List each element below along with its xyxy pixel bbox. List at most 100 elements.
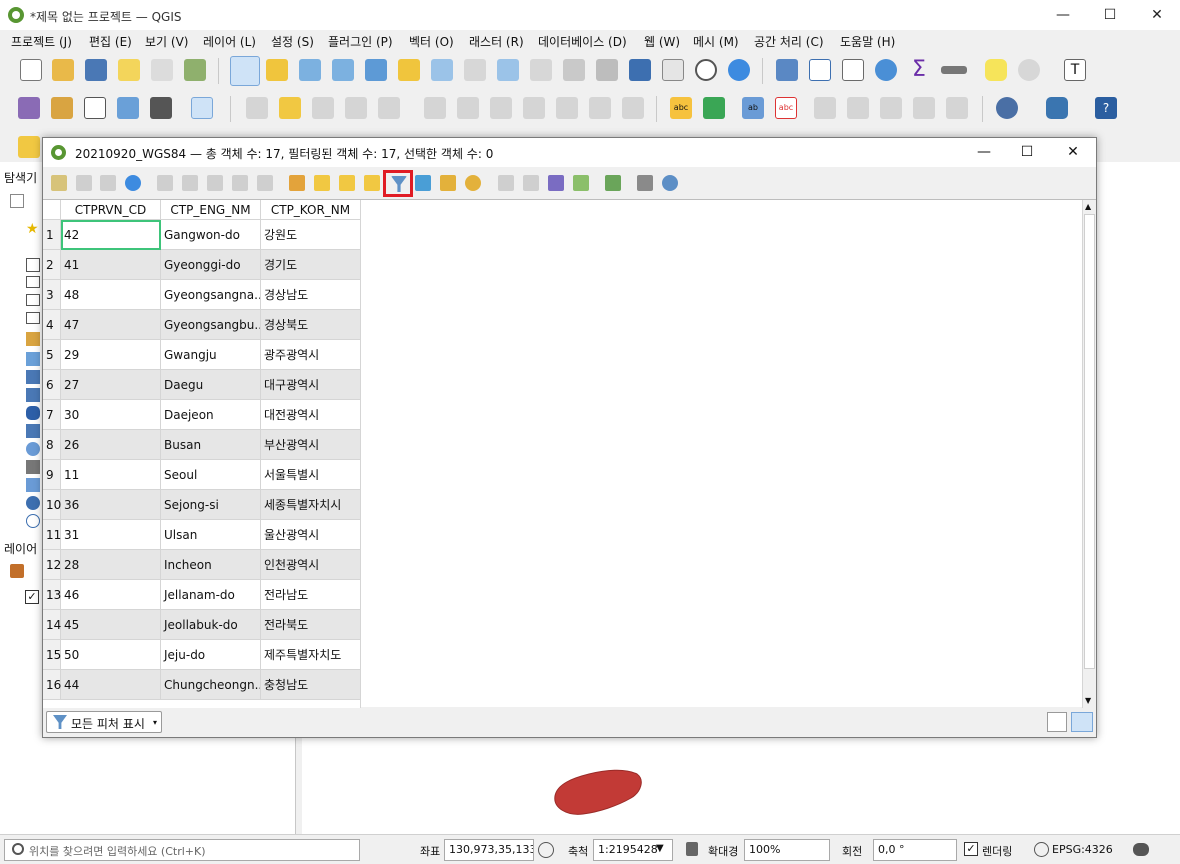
save-project-icon[interactable]	[85, 59, 107, 81]
map-tips-icon[interactable]	[985, 59, 1007, 81]
actions-icon[interactable]	[605, 175, 621, 191]
toggle-editing-icon[interactable]	[279, 97, 301, 119]
table-cell[interactable]: 세종특별자치시	[261, 490, 361, 520]
label-highlight-icon[interactable]: abc	[775, 97, 797, 119]
row-number[interactable]: 13	[43, 580, 61, 610]
table-row[interactable]: 7 30 Daejeon 대전광역시	[43, 400, 361, 430]
magnifier-spinbox[interactable]: 100%	[744, 839, 830, 861]
dialog-maximize-button[interactable]: ☐	[1004, 138, 1050, 167]
menu-mesh[interactable]: 메시 (M)	[693, 33, 739, 50]
menu-database[interactable]: 데이터베이스 (D)	[538, 33, 627, 50]
table-cell[interactable]: 48	[61, 280, 161, 310]
table-cell[interactable]: 45	[61, 610, 161, 640]
chevron-down-icon[interactable]: ▼	[656, 843, 664, 854]
geopackage-icon[interactable]	[26, 332, 40, 346]
table-cell[interactable]: 서울특별시	[261, 460, 361, 490]
add-feature-icon[interactable]	[157, 175, 173, 191]
table-row[interactable]: 10 36 Sejong-si 세종특별자치시	[43, 490, 361, 520]
new-field-icon[interactable]	[498, 175, 514, 191]
coordinate-field[interactable]: 130,973,35,133	[444, 839, 534, 861]
delete-selected-icon[interactable]	[457, 97, 479, 119]
xyz-tiles-icon[interactable]	[26, 460, 40, 474]
wcs-icon[interactable]	[26, 496, 40, 510]
crs-globe-icon[interactable]	[1034, 842, 1049, 857]
table-cell[interactable]: 대전광역시	[261, 400, 361, 430]
zoom-native-icon[interactable]	[464, 59, 486, 81]
wms-icon[interactable]	[26, 442, 40, 456]
wfs-icon[interactable]	[26, 514, 40, 528]
row-number[interactable]: 2	[43, 250, 61, 280]
table-cell[interactable]: 경상남도	[261, 280, 361, 310]
minimize-button[interactable]: —	[1040, 0, 1086, 30]
new-project-icon[interactable]	[20, 59, 42, 81]
style-panel-icon[interactable]	[10, 564, 24, 578]
table-cell[interactable]: Gangwon-do	[161, 220, 261, 250]
style-manager-icon[interactable]	[184, 59, 206, 81]
new-spatialite-icon[interactable]	[117, 97, 139, 119]
new-shapefile-icon[interactable]	[84, 97, 106, 119]
lock-icon[interactable]	[686, 842, 698, 856]
sum-icon[interactable]: Σ	[908, 59, 930, 81]
conditional-formatting-icon[interactable]	[573, 175, 589, 191]
table-cell[interactable]: Ulsan	[161, 520, 261, 550]
table-cell[interactable]: Daejeon	[161, 400, 261, 430]
reload-icon[interactable]	[125, 175, 141, 191]
table-cell[interactable]: 제주특별자치도	[261, 640, 361, 670]
multi-edit-icon[interactable]	[76, 175, 92, 191]
table-cell[interactable]: 강원도	[261, 220, 361, 250]
table-cell[interactable]: Seoul	[161, 460, 261, 490]
python-console-icon[interactable]	[1046, 97, 1068, 119]
temporal-controller-icon[interactable]	[695, 59, 717, 81]
show-bookmarks-icon[interactable]	[662, 59, 684, 81]
menu-help[interactable]: 도움말 (H)	[840, 33, 895, 50]
table-cell[interactable]: 27	[61, 370, 161, 400]
render-checkbox[interactable]: ✓	[964, 842, 978, 856]
digitize-icon[interactable]	[191, 97, 213, 119]
table-cell[interactable]: 47	[61, 310, 161, 340]
change-label-icon[interactable]	[946, 97, 968, 119]
row-number[interactable]: 4	[43, 310, 61, 340]
messages-icon[interactable]	[1133, 843, 1149, 856]
current-edits-icon[interactable]	[246, 97, 268, 119]
table-row[interactable]: 16 44 Chungcheongn... 충청남도	[43, 670, 361, 700]
menu-raster[interactable]: 래스터 (R)	[469, 33, 524, 50]
new-print-layout-icon[interactable]	[118, 59, 140, 81]
refresh-icon[interactable]	[728, 59, 750, 81]
table-cell[interactable]: 30	[61, 400, 161, 430]
zoom-out-icon[interactable]	[332, 59, 354, 81]
dock-table-icon[interactable]	[637, 175, 653, 191]
table-view-icon[interactable]	[1071, 712, 1093, 732]
table-cell[interactable]: 50	[61, 640, 161, 670]
menu-layer[interactable]: 레이어 (L)	[203, 33, 256, 50]
zoom-in-icon[interactable]	[299, 59, 321, 81]
menu-plugins[interactable]: 플러그인 (P)	[328, 33, 393, 50]
table-row[interactable]: 3 48 Gyeongsangna... 경상남도	[43, 280, 361, 310]
table-cell[interactable]: Incheon	[161, 550, 261, 580]
table-cell[interactable]: 울산광역시	[261, 520, 361, 550]
table-cell[interactable]: 44	[61, 670, 161, 700]
open-project-icon[interactable]	[52, 59, 74, 81]
table-cell[interactable]: 31	[61, 520, 161, 550]
table-cell[interactable]: 36	[61, 490, 161, 520]
invert-selection-icon[interactable]	[339, 175, 355, 191]
table-cell[interactable]: Gyeonggi-do	[161, 250, 261, 280]
scroll-down-arrow-icon[interactable]: ▼	[1085, 696, 1091, 705]
new-virtual-layer-icon[interactable]	[150, 97, 172, 119]
table-cell[interactable]: 전라북도	[261, 610, 361, 640]
search-locator-icon[interactable]	[1018, 59, 1040, 81]
table-cell[interactable]: 부산광역시	[261, 430, 361, 460]
dialog-minimize-button[interactable]: —	[961, 138, 1007, 167]
table-row[interactable]: 9 11 Seoul 서울특별시	[43, 460, 361, 490]
table-cell[interactable]: Daegu	[161, 370, 261, 400]
row-number[interactable]: 9	[43, 460, 61, 490]
row-number[interactable]: 5	[43, 340, 61, 370]
rotate-label-icon[interactable]	[913, 97, 935, 119]
table-row[interactable]: 15 50 Jeju-do 제주특별자치도	[43, 640, 361, 670]
scrollbar-thumb[interactable]	[1084, 214, 1095, 669]
menu-vector[interactable]: 벡터 (O)	[409, 33, 454, 50]
table-cell[interactable]: 인천광역시	[261, 550, 361, 580]
table-cell[interactable]: 전라남도	[261, 580, 361, 610]
row-number[interactable]: 1	[43, 220, 61, 250]
text-annotation-icon[interactable]: T	[1064, 59, 1086, 81]
table-row[interactable]: 12 28 Incheon 인천광역시	[43, 550, 361, 580]
